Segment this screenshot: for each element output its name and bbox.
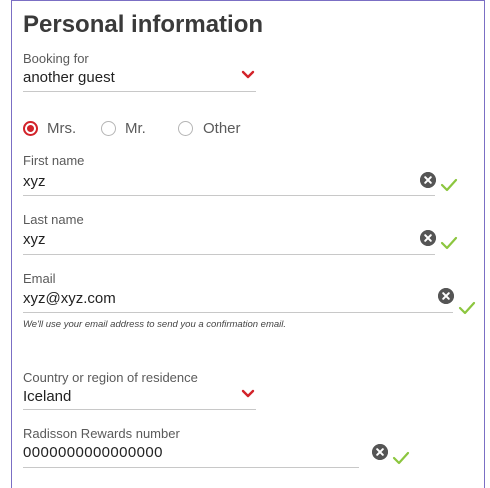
- last-name-label: Last name: [23, 212, 84, 227]
- radio-mrs-label[interactable]: Mrs.: [47, 120, 76, 137]
- chevron-down-icon[interactable]: [241, 70, 255, 80]
- chevron-down-icon[interactable]: [241, 389, 255, 399]
- email-input[interactable]: xyz@xyz.com: [23, 290, 116, 307]
- check-icon: [392, 451, 410, 465]
- clear-icon[interactable]: [420, 230, 436, 246]
- section-title: Personal information: [23, 11, 264, 38]
- rewards-label: Radisson Rewards number: [23, 426, 180, 441]
- last-name-underline: [23, 254, 435, 255]
- check-icon: [458, 301, 476, 315]
- rewards-underline: [23, 467, 359, 468]
- radio-mr-label[interactable]: Mr.: [125, 120, 146, 137]
- rewards-input[interactable]: 0000000000000000: [23, 444, 163, 461]
- country-label: Country or region of residence: [23, 370, 198, 385]
- clear-icon[interactable]: [372, 444, 388, 460]
- clear-icon[interactable]: [420, 172, 436, 188]
- radio-other-label[interactable]: Other: [203, 120, 241, 137]
- first-name-label: First name: [23, 153, 85, 168]
- check-icon: [440, 236, 458, 250]
- clear-icon[interactable]: [438, 288, 454, 304]
- radio-other[interactable]: [178, 121, 193, 136]
- check-icon: [440, 178, 458, 192]
- first-name-input[interactable]: xyz: [23, 173, 46, 190]
- email-label: Email: [23, 271, 56, 286]
- last-name-input[interactable]: xyz: [23, 231, 46, 248]
- booking-for-label: Booking for: [23, 51, 89, 66]
- first-name-underline: [23, 195, 435, 196]
- booking-for-select[interactable]: another guest: [23, 69, 115, 86]
- radio-mr[interactable]: [101, 121, 116, 136]
- country-select[interactable]: Iceland: [23, 388, 71, 405]
- email-hint: We'll use your email address to send you…: [23, 319, 287, 330]
- radio-mrs[interactable]: [23, 121, 38, 136]
- country-underline: [23, 409, 256, 410]
- email-underline: [23, 312, 453, 313]
- booking-for-underline: [23, 91, 256, 92]
